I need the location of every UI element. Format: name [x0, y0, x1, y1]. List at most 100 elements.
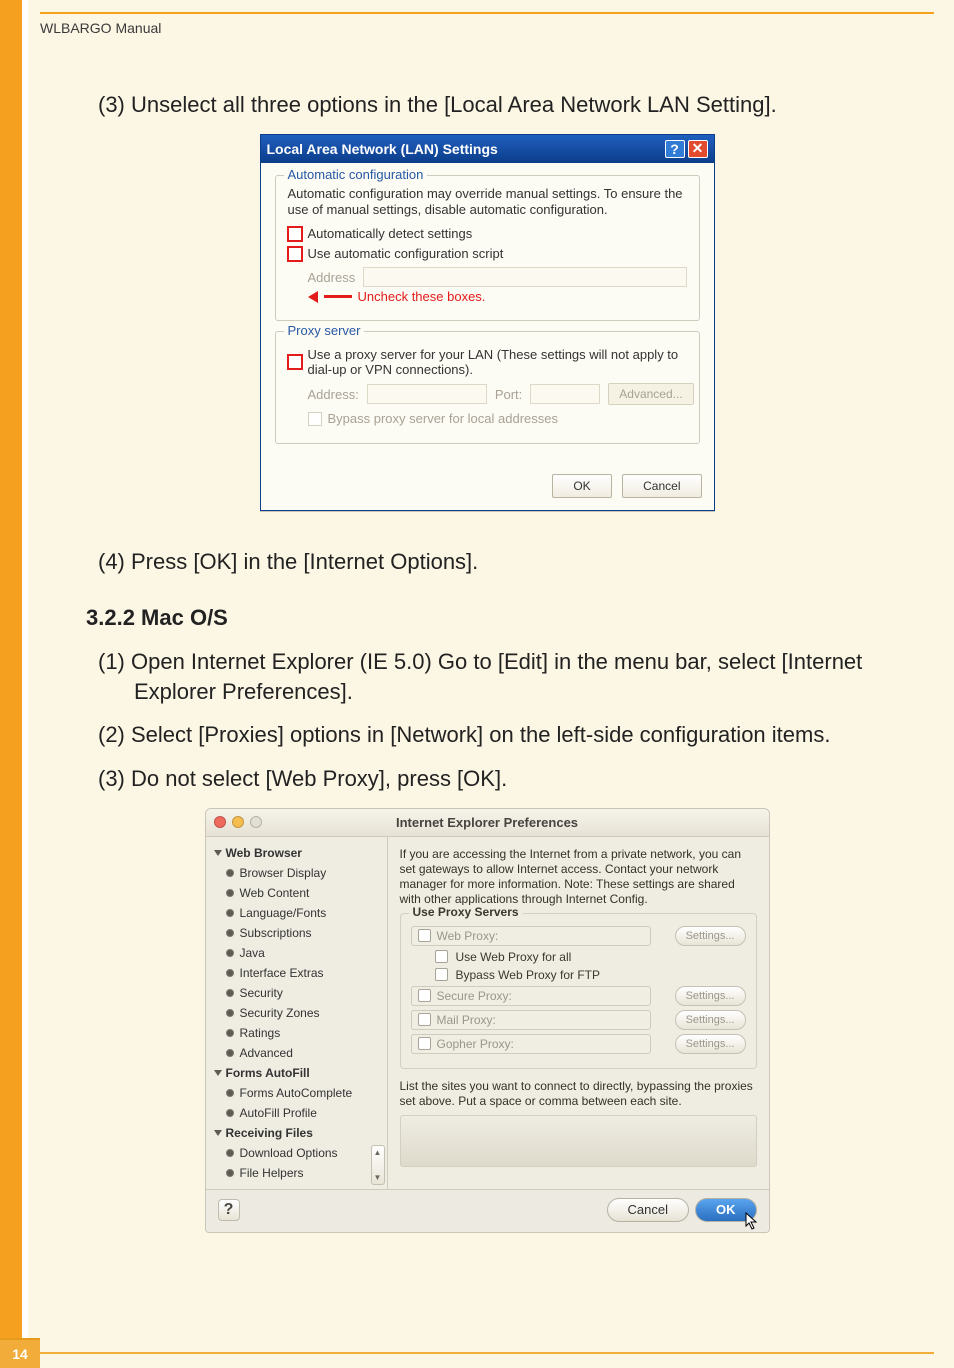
- header-rule: [40, 12, 934, 14]
- sidebar-group-receiving-files[interactable]: Receiving Files: [206, 1123, 387, 1143]
- bullet-icon: [226, 989, 234, 997]
- mac-traffic-lights: [214, 816, 286, 828]
- bullet-icon: [226, 969, 234, 977]
- sidebar-group-web-browser[interactable]: Web Browser: [206, 843, 387, 863]
- mac-ok-button[interactable]: OK: [695, 1198, 757, 1222]
- bullet-icon: [226, 1149, 234, 1157]
- sidebar-item-forms-autocomplete[interactable]: Forms AutoComplete: [206, 1083, 387, 1103]
- mac-cancel-button[interactable]: Cancel: [607, 1198, 689, 1222]
- sidebar-group-forms-autofill[interactable]: Forms AutoFill: [206, 1063, 387, 1083]
- sidebar-item-browser-display[interactable]: Browser Display: [206, 863, 387, 883]
- cursor-icon: [744, 1211, 760, 1231]
- web-proxy-checkbox[interactable]: [418, 929, 431, 942]
- disclosure-triangle-icon: [214, 1130, 222, 1136]
- gopher-proxy-label: Gopher Proxy:: [437, 1037, 514, 1051]
- lan-settings-dialog: Local Area Network (LAN) Settings ? ✕ Au…: [260, 134, 715, 512]
- mac-subhead: 3.2.2 Mac O/S: [86, 605, 934, 631]
- secure-proxy-checkbox[interactable]: [418, 989, 431, 1002]
- lan-footer: OK Cancel: [261, 468, 714, 510]
- proxy-group: Proxy server Use a proxy server for your…: [275, 331, 700, 444]
- sidebar-item-subscriptions[interactable]: Subscriptions: [206, 923, 387, 943]
- gopher-proxy-settings-button[interactable]: Settings...: [675, 1034, 746, 1054]
- bullet-icon: [226, 1089, 234, 1097]
- mac-step-3: (3) Do not select [Web Proxy], press [OK…: [98, 764, 898, 794]
- scrollbar[interactable]: ▲▼: [371, 1145, 385, 1185]
- page-footer: 14: [0, 1338, 954, 1368]
- sidebar-item-file-helpers[interactable]: File Helpers: [206, 1163, 387, 1183]
- gopher-proxy-field: Gopher Proxy:: [411, 1034, 651, 1054]
- gopher-proxy-checkbox[interactable]: [418, 1037, 431, 1050]
- bullet-icon: [226, 1009, 234, 1017]
- use-proxy-desc: Use a proxy server for your LAN (These s…: [308, 347, 687, 377]
- annotation-text: Uncheck these boxes.: [358, 289, 486, 304]
- lan-titlebar: Local Area Network (LAN) Settings ? ✕: [261, 135, 714, 163]
- autoconfig-title: Automatic configuration: [284, 167, 428, 182]
- web-proxy-field: Web Proxy:: [411, 926, 651, 946]
- use-web-proxy-all-label: Use Web Proxy for all: [456, 950, 572, 964]
- zoom-traffic-icon[interactable]: [250, 816, 262, 828]
- proxy-title: Proxy server: [284, 323, 365, 338]
- bypass-local-checkbox: [308, 412, 322, 426]
- sidebar-item-download-options[interactable]: Download Options: [206, 1143, 387, 1163]
- auto-script-checkbox[interactable]: [288, 247, 302, 261]
- sidebar-item-web-content[interactable]: Web Content: [206, 883, 387, 903]
- sidebar-item-security[interactable]: Security: [206, 983, 387, 1003]
- sidebar-item-autofill-profile[interactable]: AutoFill Profile: [206, 1103, 387, 1123]
- bypass-list-input[interactable]: [400, 1115, 757, 1167]
- web-proxy-settings-button[interactable]: Settings...: [675, 926, 746, 946]
- use-web-proxy-all-checkbox[interactable]: [435, 950, 448, 963]
- disclosure-triangle-icon: [214, 1070, 222, 1076]
- bullet-icon: [226, 869, 234, 877]
- ok-button[interactable]: OK: [552, 474, 611, 498]
- use-proxy-group: Use Proxy Servers Web Proxy: Settings...…: [400, 913, 757, 1069]
- close-traffic-icon[interactable]: [214, 816, 226, 828]
- bullet-icon: [226, 949, 234, 957]
- header-text: WLBARGO Manual: [40, 20, 161, 36]
- secure-proxy-field: Secure Proxy:: [411, 986, 651, 1006]
- sidebar-item-language-fonts[interactable]: Language/Fonts: [206, 903, 387, 923]
- mail-proxy-settings-button[interactable]: Settings...: [675, 1010, 746, 1030]
- bullet-icon: [226, 1169, 234, 1177]
- page-number: 14: [0, 1338, 40, 1368]
- mac-preferences-dialog: Internet Explorer Preferences Web Browse…: [205, 808, 770, 1233]
- secure-proxy-label: Secure Proxy:: [437, 989, 512, 1003]
- close-icon[interactable]: ✕: [688, 140, 708, 158]
- auto-detect-checkbox[interactable]: [288, 227, 302, 241]
- proxy-port-label: Port:: [495, 387, 522, 402]
- autoconfig-desc: Automatic configuration may override man…: [288, 186, 687, 219]
- use-proxy-checkbox[interactable]: [288, 355, 302, 369]
- help-icon[interactable]: ?: [218, 1199, 240, 1221]
- bypass-ftp-label: Bypass Web Proxy for FTP: [456, 968, 601, 982]
- web-proxy-label: Web Proxy:: [437, 929, 499, 943]
- script-address-input: [363, 267, 686, 287]
- minimize-traffic-icon[interactable]: [232, 816, 244, 828]
- help-icon[interactable]: ?: [665, 140, 685, 158]
- secure-proxy-settings-button[interactable]: Settings...: [675, 986, 746, 1006]
- mac-step-2: (2) Select [Proxies] options in [Network…: [98, 720, 898, 750]
- bypass-local-label: Bypass proxy server for local addresses: [328, 411, 558, 426]
- lan-body: Automatic configuration Automatic config…: [261, 163, 714, 469]
- sidebar-item-ratings[interactable]: Ratings: [206, 1023, 387, 1043]
- step-4: (4) Press [OK] in the [Internet Options]…: [98, 547, 898, 577]
- auto-detect-label: Automatically detect settings: [308, 226, 473, 241]
- sidebar-item-advanced[interactable]: Advanced: [206, 1043, 387, 1063]
- left-white-band: [22, 0, 28, 1368]
- use-proxy-title: Use Proxy Servers: [409, 905, 523, 919]
- mail-proxy-checkbox[interactable]: [418, 1013, 431, 1026]
- step-3: (3) Unselect all three options in the [L…: [98, 90, 898, 120]
- bullet-icon: [226, 1109, 234, 1117]
- sidebar-item-java[interactable]: Java: [206, 943, 387, 963]
- bypass-ftp-checkbox[interactable]: [435, 968, 448, 981]
- lan-title: Local Area Network (LAN) Settings: [267, 141, 662, 157]
- uncheck-annotation: Uncheck these boxes.: [308, 289, 687, 304]
- disclosure-triangle-icon: [214, 850, 222, 856]
- sidebar-item-security-zones[interactable]: Security Zones: [206, 1003, 387, 1023]
- cancel-button[interactable]: Cancel: [622, 474, 701, 498]
- sidebar-item-interface-extras[interactable]: Interface Extras: [206, 963, 387, 983]
- left-accent-band: [0, 0, 22, 1368]
- arrow-left-icon: [308, 291, 318, 303]
- mac-sidebar: Web Browser Browser Display Web Content …: [206, 837, 388, 1189]
- footer-rule: [40, 1352, 934, 1354]
- script-address-label: Address: [308, 270, 356, 285]
- proxy-address-label: Address:: [308, 387, 359, 402]
